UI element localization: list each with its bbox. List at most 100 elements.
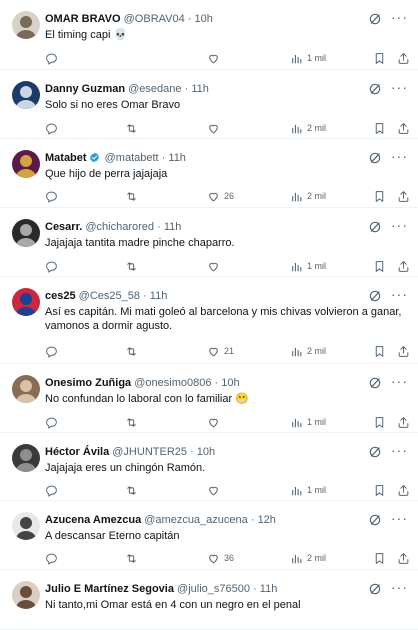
more-icon[interactable]: ···: [391, 9, 408, 25]
timestamp[interactable]: 10h: [195, 13, 213, 25]
reply-button[interactable]: [45, 50, 62, 66]
retweet-button[interactable]: [125, 258, 142, 274]
share-button[interactable]: [397, 550, 410, 566]
avatar[interactable]: [12, 512, 40, 540]
timestamp[interactable]: 11h: [150, 290, 168, 302]
like-button[interactable]: [207, 414, 224, 430]
user-name[interactable]: ces25: [45, 290, 76, 302]
avatar[interactable]: [12, 581, 40, 609]
avatar[interactable]: [12, 11, 40, 39]
user-name[interactable]: Julio E Martínez Segovia: [45, 583, 174, 595]
tweet-reply[interactable]: ces25 @Ces25_58 · 11h ··· Así es capitán. …: [0, 277, 418, 364]
tweet-reply[interactable]: Julio E Martínez Segovia @julio_s76500 ·…: [0, 570, 418, 630]
views-button[interactable]: 2 mil: [290, 550, 326, 566]
avatar[interactable]: [12, 150, 40, 178]
more-icon[interactable]: ···: [391, 579, 408, 595]
user-handle[interactable]: @amezcua_azucena: [144, 514, 248, 526]
reply-button[interactable]: [45, 258, 62, 274]
bookmark-button[interactable]: [373, 50, 386, 66]
tweet-reply[interactable]: Cesarr. @chicharored · 11h ··· Jajajaja ta…: [0, 208, 418, 277]
like-button[interactable]: 26: [207, 188, 234, 204]
reply-button[interactable]: [45, 343, 62, 359]
share-button[interactable]: [397, 258, 410, 274]
views-button[interactable]: 1 mil: [290, 50, 326, 66]
tweet-reply[interactable]: Onesimo Zuñiga @onesimo0806 · 10h ··· No c…: [0, 364, 418, 433]
share-button[interactable]: [397, 120, 410, 136]
reply-button[interactable]: [45, 550, 62, 566]
share-button[interactable]: [397, 343, 410, 359]
user-name[interactable]: Héctor Ávila: [45, 446, 109, 458]
reply-button[interactable]: [45, 414, 62, 430]
timestamp[interactable]: 11h: [260, 583, 278, 595]
like-button[interactable]: [207, 258, 224, 274]
user-handle[interactable]: @OBRAV04: [124, 13, 185, 25]
avatar[interactable]: [12, 81, 40, 109]
like-button[interactable]: 21: [207, 343, 234, 359]
share-button[interactable]: [397, 188, 410, 204]
timestamp[interactable]: 12h: [258, 514, 276, 526]
bookmark-button[interactable]: [373, 120, 386, 136]
views-button[interactable]: 2 mil: [290, 188, 326, 204]
tweet-reply[interactable]: Azucena Amezcua @amezcua_azucena · 12h ··…: [0, 501, 418, 570]
bookmark-button[interactable]: [373, 482, 386, 498]
bookmark-button[interactable]: [373, 258, 386, 274]
tweet-reply[interactable]: OMAR BRAVO @OBRAV04 · 10h ··· El timing ca…: [0, 0, 418, 70]
user-handle[interactable]: @onesimo0806: [134, 377, 211, 389]
grok-icon[interactable]: [368, 582, 382, 596]
views-button[interactable]: 1 mil: [290, 482, 326, 498]
retweet-button[interactable]: [125, 120, 142, 136]
timestamp[interactable]: 10h: [221, 377, 239, 389]
user-name[interactable]: Onesimo Zuñiga: [45, 377, 131, 389]
more-icon[interactable]: ···: [391, 373, 408, 389]
share-button[interactable]: [397, 50, 410, 66]
avatar[interactable]: [12, 288, 40, 316]
user-name[interactable]: Azucena Amezcua: [45, 514, 141, 526]
user-name[interactable]: Cesarr.: [45, 221, 82, 233]
grok-icon[interactable]: [368, 220, 382, 234]
retweet-button[interactable]: [125, 188, 142, 204]
user-handle[interactable]: @chicharored: [85, 221, 154, 233]
bookmark-button[interactable]: [373, 550, 386, 566]
reply-button[interactable]: [45, 188, 62, 204]
more-icon[interactable]: ···: [391, 148, 408, 164]
user-handle[interactable]: @JHUNTER25: [112, 446, 187, 458]
like-button[interactable]: [207, 120, 224, 136]
grok-icon[interactable]: [368, 151, 382, 165]
grok-icon[interactable]: [368, 289, 382, 303]
reply-button[interactable]: [45, 120, 62, 136]
retweet-button[interactable]: [125, 414, 142, 430]
views-button[interactable]: 1 mil: [290, 414, 326, 430]
tweet-reply[interactable]: Héctor Ávila @JHUNTER25 · 10h ··· Jajajaja…: [0, 433, 418, 501]
views-button[interactable]: 1 mil: [290, 258, 326, 274]
user-handle[interactable]: @matabett: [105, 152, 159, 164]
bookmark-button[interactable]: [373, 188, 386, 204]
grok-icon[interactable]: [368, 82, 382, 96]
more-icon[interactable]: ···: [391, 79, 408, 95]
avatar[interactable]: [12, 219, 40, 247]
like-button[interactable]: 36: [207, 550, 234, 566]
grok-icon[interactable]: [368, 445, 382, 459]
avatar[interactable]: [12, 444, 40, 472]
like-button[interactable]: [207, 50, 224, 66]
views-button[interactable]: 2 mil: [290, 343, 326, 359]
like-button[interactable]: [207, 482, 224, 498]
user-handle[interactable]: @julio_s76500: [177, 583, 250, 595]
bookmark-button[interactable]: [373, 343, 386, 359]
more-icon[interactable]: ···: [391, 286, 408, 302]
retweet-button[interactable]: [125, 343, 142, 359]
user-name[interactable]: OMAR BRAVO: [45, 13, 121, 25]
retweet-button[interactable]: [125, 482, 142, 498]
grok-icon[interactable]: [368, 376, 382, 390]
user-name[interactable]: Danny Guzman: [45, 83, 125, 95]
more-icon[interactable]: ···: [391, 217, 408, 233]
reply-button[interactable]: [45, 482, 62, 498]
timestamp[interactable]: 11h: [164, 221, 182, 233]
timestamp[interactable]: 11h: [168, 152, 186, 164]
grok-icon[interactable]: [368, 12, 382, 26]
user-handle[interactable]: @Ces25_58: [79, 290, 140, 302]
user-handle[interactable]: @esedane: [128, 83, 181, 95]
grok-icon[interactable]: [368, 513, 382, 527]
views-button[interactable]: 2 mil: [290, 120, 326, 136]
retweet-button[interactable]: [125, 550, 142, 566]
timestamp[interactable]: 10h: [197, 446, 215, 458]
